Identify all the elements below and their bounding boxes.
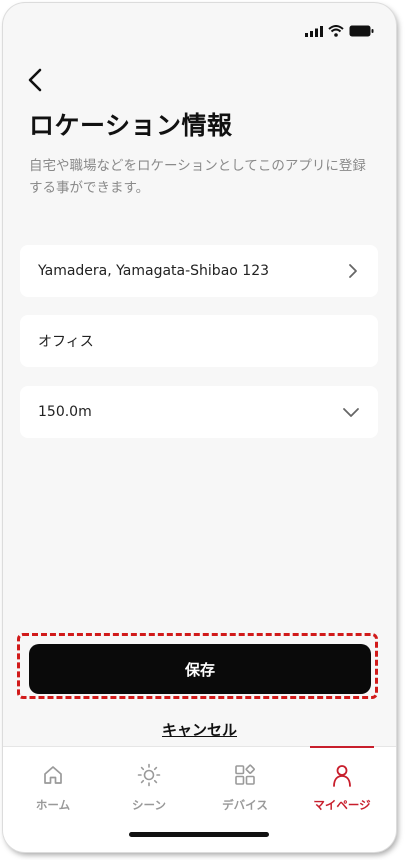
home-icon [44,766,62,784]
page-description: 自宅や職場などをロケーションとしてこのアプリに登録する事ができます。 [29,158,366,196]
signal-icon [305,25,323,37]
person-icon [333,765,351,787]
wifi-icon [328,25,344,37]
home-indicator [129,832,269,837]
radius-select[interactable]: 150.0m [20,386,378,438]
tab-home-label: ホーム [35,798,71,812]
location-name-input[interactable] [38,333,360,349]
battery-icon [349,25,374,37]
chevron-right-icon [349,264,357,278]
tab-scene[interactable]: シーン [101,747,197,817]
chevron-down-icon [343,408,359,417]
page-title: ロケーション情報 [29,111,233,140]
tab-devices-label: デバイス [222,798,268,812]
address-value: Yamadera, Yamagata-Shibao 123 [38,263,270,279]
devices-icon [235,764,255,785]
phone-screen: ロケーション情報 自宅や職場などをロケーションとしてこのアプリに登録する事ができ… [3,3,396,852]
sun-icon [137,763,161,787]
tab-devices[interactable]: デバイス [197,747,293,817]
tab-home[interactable]: ホーム [5,747,101,817]
radius-value: 150.0m [38,404,92,420]
tab-mypage-label: マイページ [313,798,371,812]
cancel-link[interactable]: キャンセル [3,719,396,740]
tab-scene-label: シーン [132,798,166,812]
address-field[interactable]: Yamadera, Yamagata-Shibao 123 [20,245,378,297]
status-bar [305,25,374,37]
back-button[interactable] [21,65,51,95]
location-name-field[interactable] [20,315,378,367]
save-button[interactable]: 保存 [29,644,371,694]
chevron-left-icon [28,68,42,92]
tab-mypage[interactable]: マイページ [294,746,390,817]
